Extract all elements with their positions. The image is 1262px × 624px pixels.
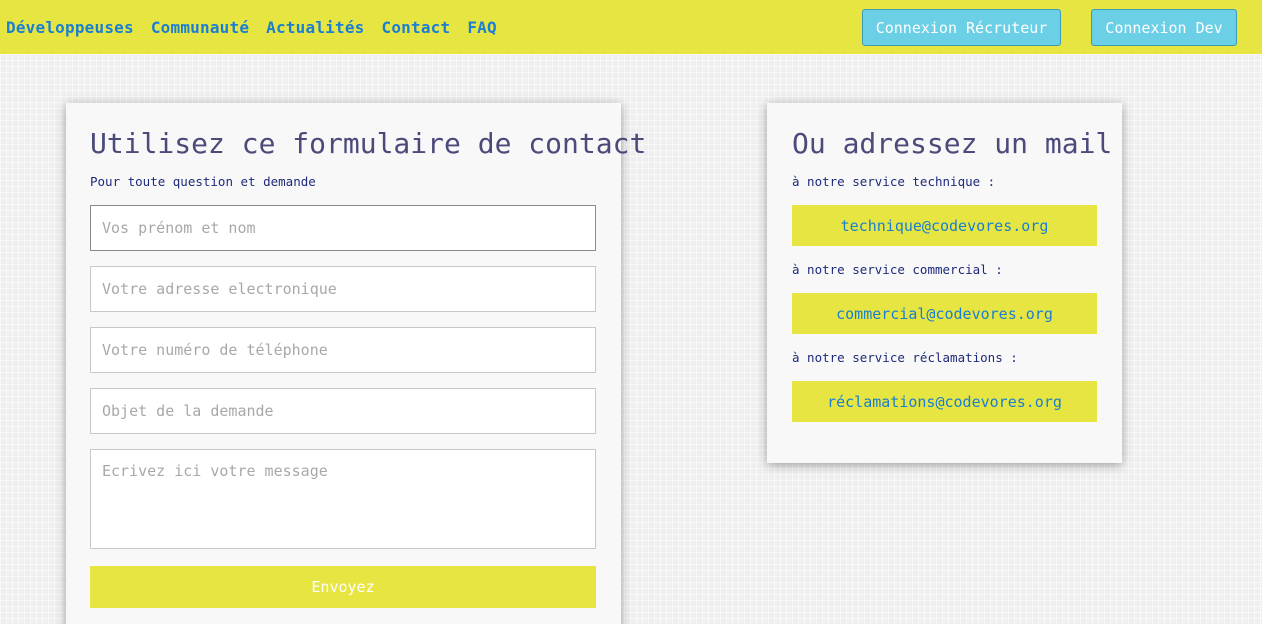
- main-nav: Développeuses Communauté Actualités Cont…: [6, 0, 514, 54]
- message-textarea[interactable]: [90, 449, 596, 549]
- phone-input[interactable]: [90, 327, 596, 373]
- login-dev-button[interactable]: Connexion Dev: [1091, 9, 1237, 46]
- contact-form-title: Utilisez ce formulaire de contact: [90, 127, 647, 160]
- contact-form-subtitle: Pour toute question et demande: [90, 174, 316, 189]
- nav-link-faq[interactable]: FAQ: [467, 18, 497, 37]
- nav-link-actualites[interactable]: Actualités: [266, 18, 364, 37]
- nav-link-contact[interactable]: Contact: [381, 18, 450, 37]
- email-link-technique[interactable]: technique@codevores.org: [792, 205, 1097, 246]
- subject-input[interactable]: [90, 388, 596, 434]
- nav-link-developpeuses[interactable]: Développeuses: [6, 18, 134, 37]
- service-label-commercial: à notre service commercial :: [792, 262, 1003, 277]
- service-label-reclamations: à notre service réclamations :: [792, 350, 1018, 365]
- login-recruiter-button[interactable]: Connexion Récruteur: [862, 9, 1061, 46]
- mail-card-title: Ou adressez un mail: [792, 127, 1113, 160]
- contact-form-card: Utilisez ce formulaire de contact Pour t…: [66, 103, 646, 624]
- email-link-commercial[interactable]: commercial@codevores.org: [792, 293, 1097, 334]
- email-link-reclamations[interactable]: réclamations@codevores.org: [792, 381, 1097, 422]
- name-input[interactable]: [90, 205, 596, 251]
- email-input[interactable]: [90, 266, 596, 312]
- submit-button[interactable]: Envoyez: [90, 566, 596, 608]
- nav-link-communaute[interactable]: Communauté: [151, 18, 249, 37]
- mail-card: Ou adressez un mail à notre service tech…: [767, 103, 1122, 463]
- service-label-technique: à notre service technique :: [792, 174, 996, 189]
- top-navbar: Développeuses Communauté Actualités Cont…: [0, 0, 1262, 54]
